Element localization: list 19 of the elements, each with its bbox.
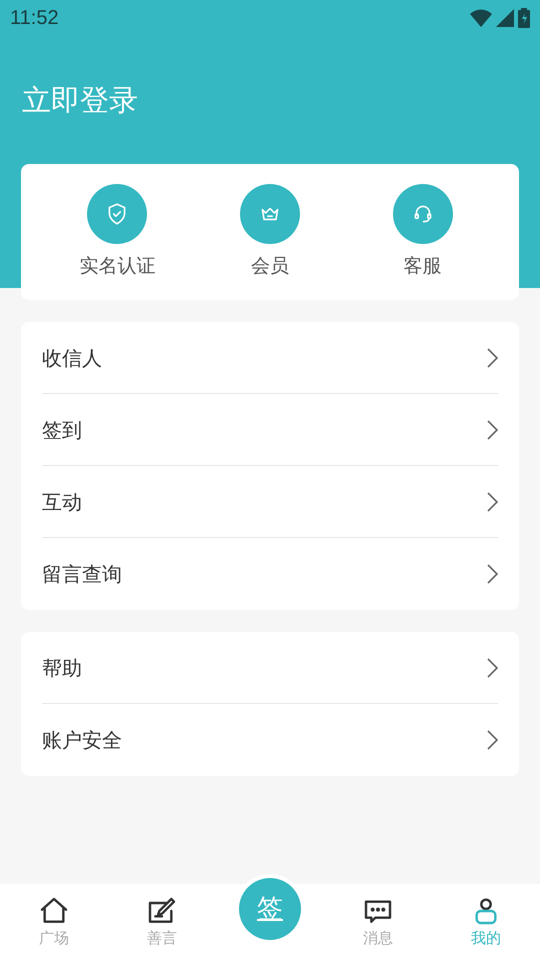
chevron-right-icon (486, 729, 498, 751)
menu-item[interactable]: 签到 (42, 394, 498, 466)
quick-action-button[interactable]: 客服 (368, 184, 478, 280)
status-time: 11:52 (10, 6, 59, 31)
battery-icon (518, 8, 530, 28)
menu-item[interactable]: 帮助 (42, 632, 498, 704)
menu-item[interactable]: 留言查询 (42, 538, 498, 610)
chevron-right-icon (486, 418, 498, 440)
signal-icon (496, 9, 514, 27)
menu-item[interactable]: 收信人 (42, 322, 498, 394)
chevron-right-icon (486, 490, 498, 512)
quick-action-button[interactable]: 会员 (214, 184, 325, 280)
chevron-right-icon (486, 656, 498, 678)
chevron-right-icon (486, 563, 498, 585)
quick-action-button[interactable]: 实名认证 (62, 184, 172, 280)
chevron-right-icon (486, 346, 498, 368)
menu-item[interactable]: 账户安全 (42, 704, 498, 776)
wifi-icon (470, 9, 492, 27)
menu-item[interactable]: 互动 (42, 466, 498, 538)
